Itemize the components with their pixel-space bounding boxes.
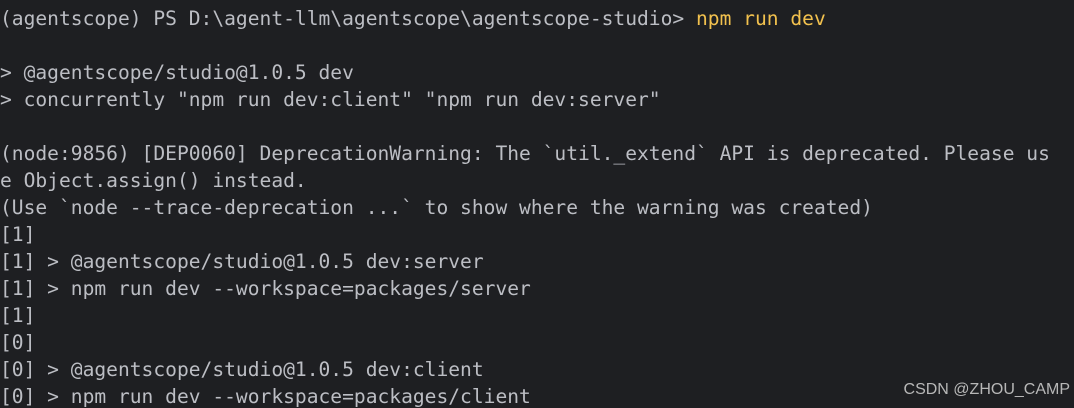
output-line: e Object.assign() instead. [0, 169, 307, 192]
output-line: [0] [0, 331, 36, 354]
output-line: > @agentscope/studio@1.0.5 dev [0, 61, 354, 84]
output-line: (Use `node --trace-deprecation ...` to s… [0, 196, 873, 219]
output-line: (node:9856) [DEP0060] DeprecationWarning… [0, 142, 1050, 165]
prompt-command: npm run dev [696, 7, 826, 30]
output-line: [1] [0, 304, 36, 327]
output-line: [1] [0, 223, 36, 246]
terminal-lines: (agentscope) PS D:\agent-llm\agentscope\… [0, 5, 1074, 408]
output-line: > concurrently "npm run dev:client" "npm… [0, 88, 661, 111]
prompt-path: (agentscope) PS D:\agent-llm\agentscope\… [0, 7, 696, 30]
output-line: [1] > npm run dev --workspace=packages/s… [0, 277, 531, 300]
output-line: [0] > @agentscope/studio@1.0.5 dev:clien… [0, 358, 484, 381]
prompt-line: (agentscope) PS D:\agent-llm\agentscope\… [0, 5, 1074, 32]
watermark: CSDN @ZHOU_CAMP [903, 381, 1070, 398]
output-line: [1] > @agentscope/studio@1.0.5 dev:serve… [0, 250, 484, 273]
terminal-output[interactable]: (agentscope) PS D:\agent-llm\agentscope\… [0, 0, 1074, 408]
